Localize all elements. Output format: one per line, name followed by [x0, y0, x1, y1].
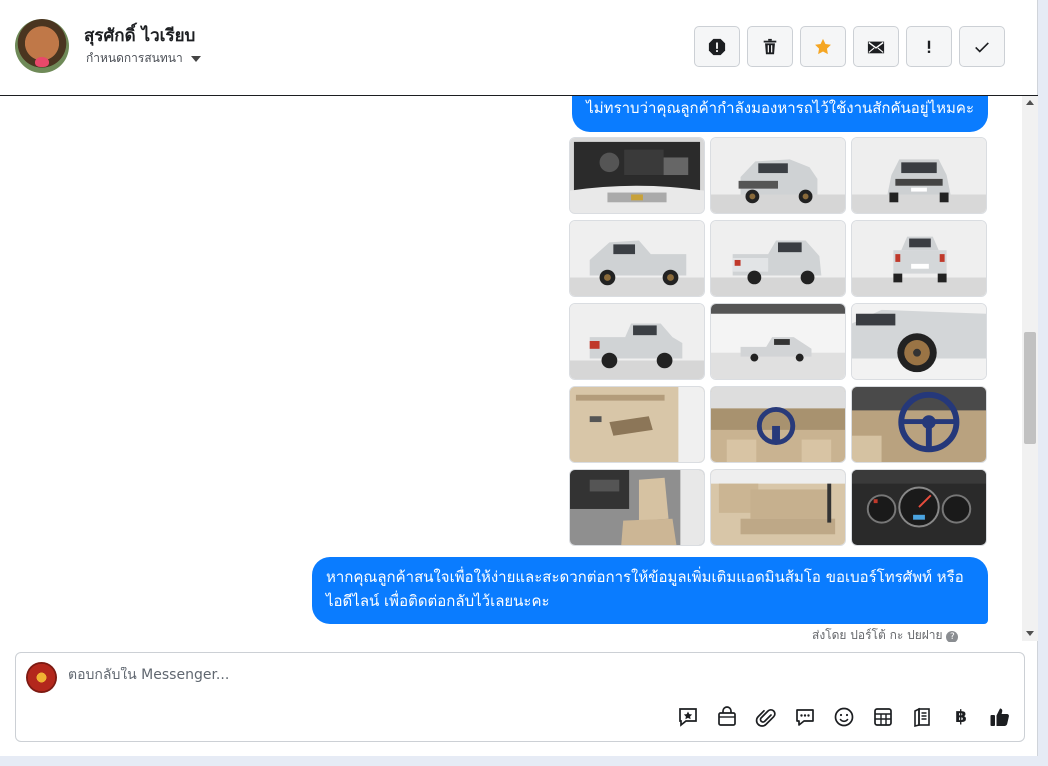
conversation-header: สุรศักดิ์ ไวเรียบ กำหนดการสนทนา: [0, 0, 1038, 96]
composer-toolbar: ฿: [676, 705, 1012, 729]
header-toolbar: [694, 26, 1005, 67]
car-photo-rear-seat[interactable]: [710, 469, 846, 546]
photo-attachment-grid: [569, 137, 987, 546]
star-icon: [815, 38, 831, 54]
scroll-up-icon[interactable]: [1026, 100, 1034, 105]
car-photo-side-rear[interactable]: [569, 303, 705, 380]
like-button[interactable]: [988, 705, 1012, 729]
car-photo-wheel-closeup[interactable]: [851, 303, 987, 380]
spam-icon: [708, 38, 726, 55]
baht-icon: ฿: [955, 707, 967, 727]
contact-avatar[interactable]: [15, 19, 69, 73]
star-button[interactable]: [800, 26, 846, 67]
attach-button[interactable]: [754, 705, 778, 729]
notes-button[interactable]: [910, 705, 934, 729]
assign-label: กำหนดการสนทนา: [86, 51, 183, 65]
message-thread[interactable]: ไม่ทราบว่าคุณลูกค้ากำลังมองหารถไว้ใช้งาน…: [0, 96, 1022, 642]
message-bubble: หากคุณลูกค้าสนใจเพื่อให้ง่ายและสะดวกต่อก…: [312, 557, 988, 624]
emoji-button[interactable]: [832, 705, 856, 729]
trash-icon: [763, 38, 777, 54]
reply-input[interactable]: [68, 667, 968, 683]
car-photo-front-seat[interactable]: [569, 469, 705, 546]
car-photo-dashboard[interactable]: [710, 386, 846, 463]
reply-composer: ฿: [15, 652, 1025, 742]
heart-icon: [35, 57, 49, 67]
emoji-icon: [834, 707, 854, 727]
saved-replies-button[interactable]: [676, 705, 700, 729]
appointment-button[interactable]: [871, 705, 895, 729]
saved-reply-icon: [679, 708, 697, 727]
help-icon[interactable]: ?: [946, 631, 959, 642]
payment-button[interactable]: ฿: [949, 705, 973, 729]
mark-unread-button[interactable]: [853, 26, 899, 67]
like-icon: [990, 708, 1009, 726]
car-photo-gauge-cluster[interactable]: [851, 469, 987, 546]
car-photo-rear[interactable]: [851, 220, 987, 297]
car-photo-door-panel[interactable]: [569, 386, 705, 463]
table-icon: [874, 708, 892, 726]
page-avatar: [26, 662, 57, 693]
car-photo-engine-bay[interactable]: [569, 137, 705, 214]
thread-scrollbar[interactable]: [1022, 96, 1038, 641]
assign-conversation-dropdown[interactable]: กำหนดการสนทนา: [86, 49, 201, 68]
car-photo-steering-wheel[interactable]: [851, 386, 987, 463]
shop-button[interactable]: [715, 705, 739, 729]
conversation-panel: สุรศักดิ์ ไวเรียบ กำหนดการสนทนา ไม่ทราบว…: [0, 0, 1038, 756]
sent-by-text: ส่งโดย ปอร์โต้ กะ ปยฝาย: [812, 628, 943, 642]
delete-button[interactable]: [747, 26, 793, 67]
attachment-icon: [755, 708, 776, 727]
car-photo-side-front[interactable]: [569, 220, 705, 297]
exclamation-icon: [927, 40, 931, 53]
contact-name[interactable]: สุรศักดิ์ ไวเรียบ: [84, 22, 195, 49]
caret-down-icon: [190, 55, 201, 62]
mark-done-button[interactable]: [959, 26, 1005, 67]
envelope-icon: [867, 41, 885, 53]
message-bubble: ไม่ทราบว่าคุณลูกค้ากำลังมองหารถไว้ใช้งาน…: [572, 96, 988, 132]
car-photo-front[interactable]: [851, 137, 987, 214]
check-icon: [975, 41, 989, 53]
car-photo-wide-side[interactable]: [710, 303, 846, 380]
car-photo-rear-three-quarter[interactable]: [710, 220, 846, 297]
mark-spam-button[interactable]: [694, 26, 740, 67]
sent-by-label: ส่งโดย ปอร์โต้ กะ ปยฝาย ?: [812, 626, 959, 642]
scroll-down-icon[interactable]: [1026, 631, 1034, 636]
shop-icon: [718, 706, 736, 726]
scrollbar-thumb[interactable]: [1024, 332, 1036, 444]
follow-up-button[interactable]: [906, 26, 952, 67]
chat-bubble-icon: [796, 709, 814, 726]
car-photo-front-three-quarter[interactable]: [710, 137, 846, 214]
quick-reply-button[interactable]: [793, 705, 817, 729]
notebook-icon: [914, 707, 930, 728]
